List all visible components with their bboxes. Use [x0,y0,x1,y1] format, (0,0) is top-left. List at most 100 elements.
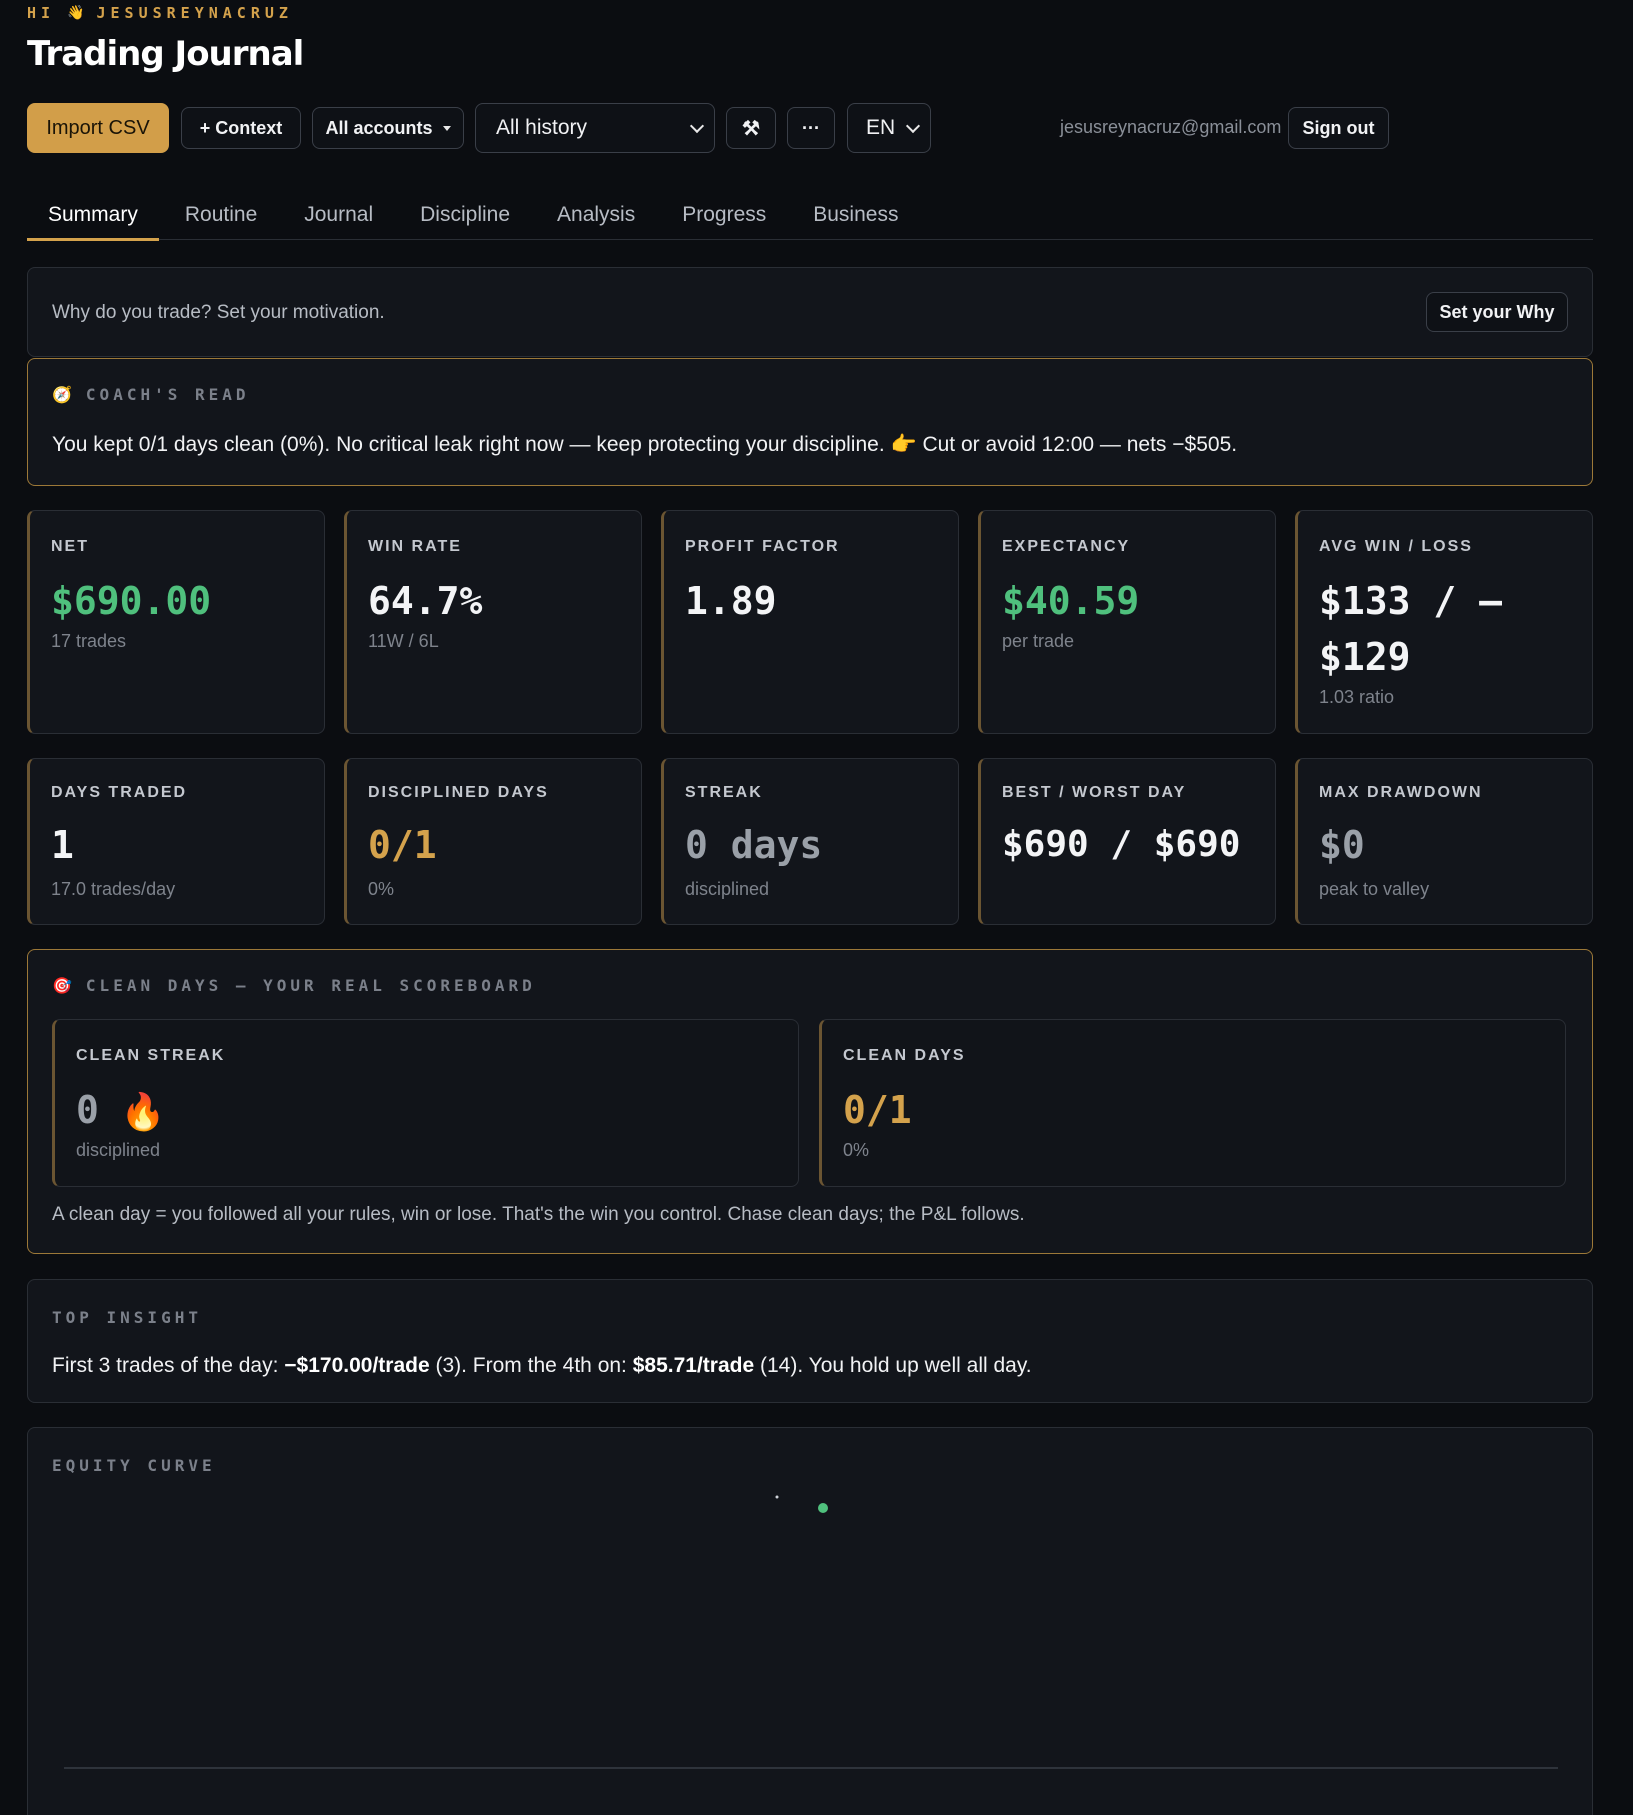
more-button[interactable]: ··· [787,107,835,149]
import-csv-button[interactable]: Import CSV [27,103,169,153]
stat-card-days-traded: DAYS TRADED 1 17.0 trades/day [27,758,325,925]
clean-streak-sub: disciplined [76,1140,161,1160]
stat-label: PROFIT FACTOR [685,538,840,555]
stat-value: 64.7% [368,579,483,623]
history-select[interactable]: All history [475,103,715,153]
equity-curve-chart [64,1495,1558,1769]
stat-sub: 1.03 ratio [1319,687,1395,707]
hammer-wrench-icon: ⚒ [742,117,760,140]
stat-sub: per trade [1002,631,1075,651]
ellipsis-icon: ··· [802,117,820,138]
tab-routine[interactable]: Routine [164,190,278,239]
stat-card-avg-win-loss: AVG WIN / LOSS $133 / – $129 1.03 ratio [1295,510,1593,734]
stat-label: NET [51,538,89,555]
stat-sub: disciplined [685,879,770,899]
clean-days-count-card: CLEAN DAYS 0/1 0% [819,1019,1566,1187]
stat-card-streak: STREAK 0 days disciplined [661,758,959,925]
clean-days-count-value: 0/1 [843,1088,912,1132]
compass-icon: 🧭 [52,385,72,404]
stat-value: $0 [1319,823,1365,867]
clean-days-label: CLEAN DAYS — YOUR REAL SCOREBOARD [85,976,536,995]
stat-label: EXPECTANCY [1002,538,1131,555]
stat-label: AVG WIN / LOSS [1319,538,1473,555]
coach-read-card: 🧭 COACH'S READ You kept 0/1 days clean (… [27,358,1593,486]
clean-streak-card: CLEAN STREAK 0 🔥 disciplined [52,1019,799,1187]
page-title: Trading Journal [27,34,304,74]
set-why-button[interactable]: Set your Why [1426,292,1568,332]
stat-sub: 17.0 trades/day [51,879,176,899]
tab-discipline[interactable]: Discipline [399,190,531,239]
equity-curve-card: EQUITY CURVE [27,1427,1593,1815]
tab-bar: Summary Routine Journal Discipline Analy… [27,190,1593,241]
stat-label: STREAK [685,784,763,801]
tools-button[interactable]: ⚒ [726,107,776,149]
stat-card-net: NET $690.00 17 trades [27,510,325,734]
stat-value: 1 [51,823,74,867]
accounts-dropdown[interactable]: All accounts [312,107,464,149]
user-email: jesusreynacruz@gmail.com [1060,117,1282,137]
clean-days-count-sub: 0% [843,1140,870,1160]
motivation-card: Why do you trade? Set your motivation. S… [27,267,1593,357]
clean-streak-label: CLEAN STREAK [76,1047,226,1064]
insight-value: $85.71/trade [632,1354,755,1377]
stat-sub: 11W / 6L [368,631,439,651]
stat-value: $690 / $690 [1002,824,1241,865]
target-icon: 🎯 [52,976,72,995]
stat-card-profit-factor: PROFIT FACTOR 1.89 [661,510,959,734]
history-select-value: All history [496,116,588,139]
stat-sub: 17 trades [51,631,127,651]
accounts-dropdown-label: All accounts [325,117,433,138]
chevron-down-icon [905,118,921,133]
stat-card-expectancy: EXPECTANCY $40.59 per trade [978,510,1276,734]
add-context-button[interactable]: + Context [181,107,301,149]
stat-value: 0 days [685,823,823,867]
stat-value-line: $133 / – [1319,579,1503,623]
clean-days-count-label: CLEAN DAYS [843,1047,966,1064]
stat-card-win-rate: WIN RATE 64.7% 11W / 6L [344,510,642,734]
tab-summary[interactable]: Summary [27,190,159,241]
insight-part: (3). From the 4th on: [429,1354,633,1377]
stat-sub: 0% [368,879,395,899]
stat-label: DISCIPLINED DAYS [368,784,549,801]
greeting-prefix: HI [27,4,56,22]
insight-value: −$170.00/trade [284,1354,430,1377]
coach-read-text: You kept 0/1 days clean (0%). No critica… [52,433,1238,456]
stat-value-line: $129 [1319,635,1411,679]
stat-value: $690.00 [51,579,212,623]
top-insight-label: TOP INSIGHT [52,1308,202,1327]
clean-streak-value: 0 🔥 [76,1082,166,1141]
language-select[interactable]: EN [847,103,931,153]
motivation-prompt: Why do you trade? Set your motivation. [52,302,385,323]
tab-analysis[interactable]: Analysis [536,190,656,239]
stat-value: 1.89 [685,579,777,623]
tab-journal[interactable]: Journal [283,190,394,239]
stat-label: BEST / WORST DAY [1002,784,1187,801]
greeting-username: JESUSREYNACRUZ [96,4,293,22]
top-insight-card: TOP INSIGHT First 3 trades of the day: −… [27,1279,1593,1403]
tab-progress[interactable]: Progress [661,190,787,239]
equity-end-point [818,1503,828,1513]
clean-days-note: A clean day = you followed all your rule… [52,1204,1025,1225]
greeting: HI 👋 JESUSREYNACRUZ [27,4,293,22]
insight-part: First 3 trades of the day: [52,1354,285,1377]
clean-days-header: 🎯 CLEAN DAYS — YOUR REAL SCOREBOARD [52,976,536,995]
stat-value: 0/1 [368,823,437,867]
clean-days-card: 🎯 CLEAN DAYS — YOUR REAL SCOREBOARD CLEA… [27,949,1593,1254]
top-insight-text: First 3 trades of the day: −$170.00/trad… [52,1354,1032,1378]
stat-value: $133 / – $129 [1319,573,1502,685]
stat-label: DAYS TRADED [51,784,188,801]
caret-down-icon [442,125,451,131]
wave-icon: 👋 [67,5,85,21]
clean-streak-number: 0 [76,1088,99,1132]
equity-start-point [775,1495,779,1499]
sign-out-button[interactable]: Sign out [1288,107,1389,149]
stat-card-disciplined-days: DISCIPLINED DAYS 0/1 0% [344,758,642,925]
coach-read-label: COACH'S READ [85,385,250,404]
chevron-down-icon [689,118,705,133]
stat-card-best-worst-day: BEST / WORST DAY $690 / $690 [978,758,1276,925]
stat-value: $40.59 [1002,579,1140,623]
stat-label: WIN RATE [368,538,462,555]
coach-read-header: 🧭 COACH'S READ [52,385,250,404]
tab-business[interactable]: Business [792,190,919,239]
stat-card-max-drawdown: MAX DRAWDOWN $0 peak to valley [1295,758,1593,925]
